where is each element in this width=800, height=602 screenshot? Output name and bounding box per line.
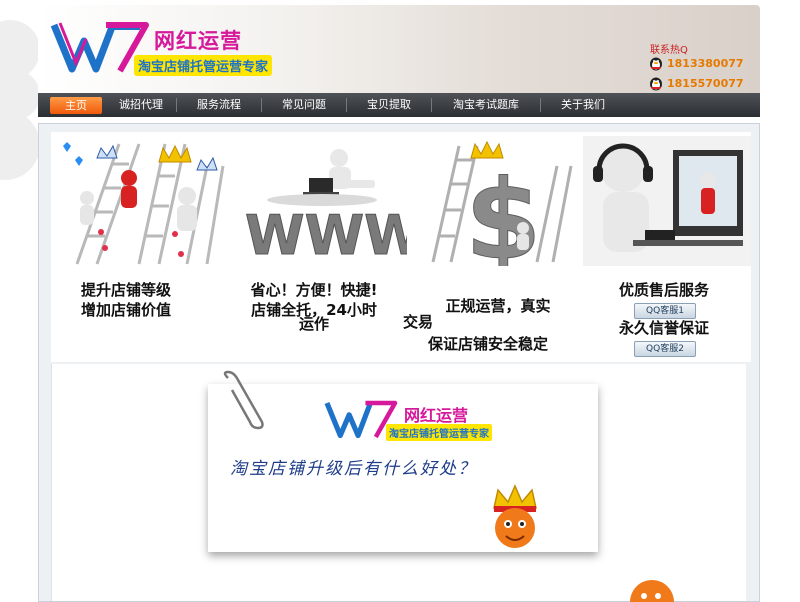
qq-penguin-icon [650, 77, 662, 91]
main-nav: 主页 诚招代理 服务流程 常见问题 宝贝提取 淘宝考试题库 关于我们 [38, 93, 760, 117]
ladder-crown-icon [63, 142, 225, 265]
feature-4-text: 优质售后服务 [599, 280, 729, 300]
feature-line: 增加店铺价值 [81, 301, 172, 319]
qq-penguin-icon [650, 57, 662, 71]
promo-question: 淘宝店铺升级后有什么好处？ [230, 459, 477, 479]
nav-item-exam[interactable]: 淘宝考试题库 [432, 93, 540, 117]
page: 网红运营 淘宝店铺托管运营专家 联系热Q 1813380077 18155700… [38, 5, 760, 602]
paperclip-icon [223, 370, 264, 430]
nav-item-about[interactable]: 关于我们 [541, 93, 625, 117]
feature-3-text: 正规运营，真实 交易 保证店铺安全稳定 [403, 296, 573, 354]
feature-line: 提升店铺等级 [81, 281, 172, 299]
feature-1-text: 提升店铺等级 增加店铺价值 [81, 280, 171, 320]
promo-slogan: 淘宝店铺托管运营专家 [386, 424, 492, 441]
crown-mascot-icon [493, 484, 537, 548]
dollar-ladder-icon: $ [431, 140, 573, 266]
qq-number: 1815570077 [667, 76, 744, 90]
feature-line: 省心！方便！快捷! [250, 281, 378, 299]
qq-service-1-button[interactable]: QQ客服1 [634, 303, 696, 319]
content-frame: WWW $ 提升店铺等级 增加店铺价值 省心！方便！快捷! 店铺全托，24小时 … [38, 123, 760, 602]
qq-contact-1[interactable]: 1813380077 [648, 55, 744, 71]
headset-support-icon [583, 136, 751, 266]
mascot-icon [630, 580, 674, 602]
svg-text:$: $ [465, 156, 542, 266]
www-laptop-icon: WWW [245, 149, 407, 266]
qq-number: 1813380077 [667, 56, 744, 70]
feature-line: 永久信誉保证 [618, 319, 709, 337]
features-strip: WWW $ 提升店铺等级 增加店铺价值 省心！方便！快捷! 店铺全托，24小时 … [51, 132, 751, 362]
feature-line: 保证店铺安全稳定 [427, 335, 548, 353]
promo-brand-name: 网红运营 [404, 406, 469, 425]
background-decoration [0, 110, 40, 180]
promo-section: 网红运营 淘宝店铺托管运营专家 淘宝店铺升级后有什么好处？ [51, 364, 746, 602]
feature-4-text-2: 永久信誉保证 [599, 318, 729, 338]
nav-item-process[interactable]: 服务流程 [177, 93, 261, 117]
nav-item-extract[interactable]: 宝贝提取 [347, 93, 431, 117]
qq-service-2-button[interactable]: QQ客服2 [634, 341, 696, 357]
nav-item-home[interactable]: 主页 [50, 96, 102, 114]
nav-item-faq[interactable]: 常见问题 [262, 93, 346, 117]
contact-title: 联系热Q [650, 45, 688, 56]
site-header: 网红运营 淘宝店铺托管运营专家 联系热Q 1813380077 18155700… [38, 5, 760, 93]
qq-contact-2[interactable]: 1815570077 [648, 75, 744, 91]
feature-line: 优质售后服务 [618, 281, 709, 299]
brand-slogan: 淘宝店铺托管运营专家 [134, 55, 273, 76]
svg-text:WWW: WWW [245, 204, 407, 266]
brand-name: 网红运营 [154, 29, 242, 53]
feature-2-text: 省心！方便！快捷! 店铺全托，24小时 运作 [231, 280, 397, 334]
nav-item-agents[interactable]: 诚招代理 [106, 93, 176, 117]
